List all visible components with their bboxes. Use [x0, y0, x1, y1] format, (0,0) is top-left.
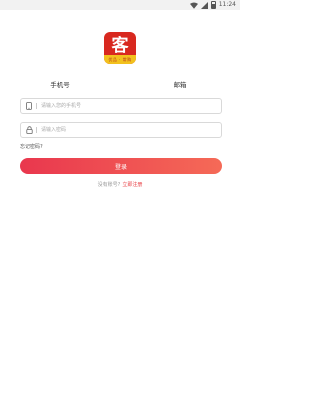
- battery-icon: [210, 1, 216, 9]
- field-divider: [36, 103, 37, 109]
- wifi-icon: [189, 2, 198, 9]
- logo-strip: 优品 · 常购: [104, 55, 136, 64]
- register-link[interactable]: 立即注册: [122, 182, 142, 188]
- logo-subtext: 优品 · 常购: [108, 56, 132, 62]
- login-method-tabs: 手机号 邮箱: [0, 78, 240, 92]
- logo-glyph: 客: [111, 35, 130, 55]
- status-time: 11:24: [218, 1, 236, 8]
- signal-icon: [200, 1, 208, 9]
- register-line: 没有账号? 立即注册: [0, 181, 240, 188]
- register-prompt: 没有账号?: [97, 182, 121, 188]
- login-button[interactable]: 登录: [20, 158, 222, 174]
- tab-email[interactable]: 邮箱: [150, 78, 210, 92]
- status-icons: 11:24: [189, 0, 236, 10]
- phone-input[interactable]: [41, 100, 201, 112]
- password-input[interactable]: [41, 124, 201, 136]
- logo-char: 客: [111, 35, 130, 55]
- app-logo: 客 优品 · 常购: [104, 32, 136, 64]
- phone-icon: [25, 102, 33, 110]
- lock-icon: [25, 126, 33, 134]
- phone-field[interactable]: [20, 98, 222, 114]
- field-divider: [36, 127, 37, 133]
- status-bar: 11:24: [0, 0, 240, 10]
- tab-phone[interactable]: 手机号: [30, 78, 90, 92]
- forgot-password-link[interactable]: 忘记密码?: [20, 143, 43, 150]
- password-field[interactable]: [20, 122, 222, 138]
